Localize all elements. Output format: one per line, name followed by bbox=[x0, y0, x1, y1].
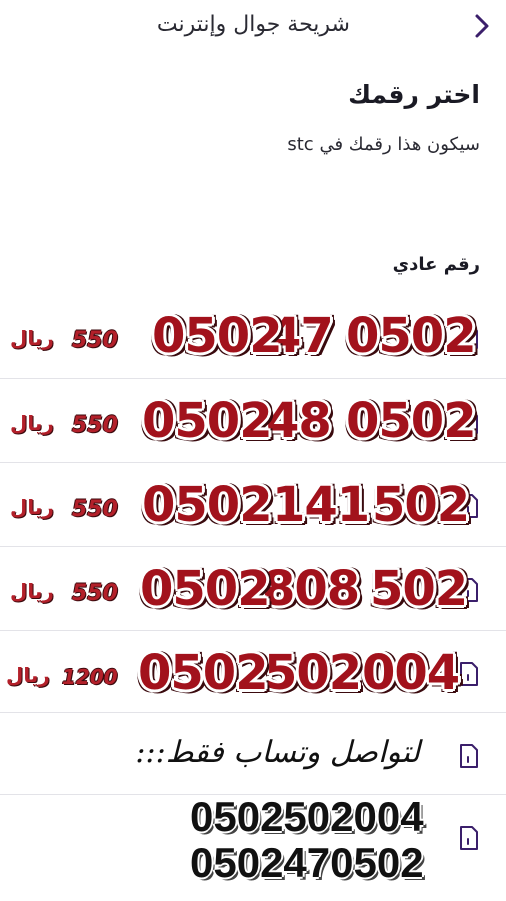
number-part-2: 808 bbox=[262, 561, 360, 617]
number-part-3: 0502 bbox=[140, 561, 271, 617]
contact-note-row: لتواصل وتساب فقط::: bbox=[0, 712, 506, 795]
contact-phones-row: 0502502004 0502470502 bbox=[0, 793, 506, 901]
contact-phone-2: 0502470502 bbox=[190, 839, 424, 886]
number-part-2: 141 bbox=[272, 477, 370, 533]
price-currency: ريال bbox=[10, 579, 54, 603]
number-part-1: 502 bbox=[372, 477, 470, 533]
number-part-1: 004 bbox=[362, 645, 460, 701]
whatsapp-contact-note: لتواصل وتساب فقط::: bbox=[135, 735, 420, 770]
sim-card-icon bbox=[460, 662, 478, 686]
number-part-3: 0502 bbox=[138, 645, 269, 701]
page-title: شريحة جوال وإنترنت bbox=[156, 12, 350, 37]
number-option-row[interactable]: 0502 47 0502 550 ريال bbox=[0, 294, 506, 378]
number-part-1: 0502 bbox=[142, 393, 273, 449]
number-part-2: 48 bbox=[266, 393, 332, 449]
price-value: 550 bbox=[72, 413, 118, 438]
price-currency: ريال bbox=[10, 326, 54, 350]
choose-number-subtitle: سيكون هذا رقمك في stc bbox=[287, 134, 480, 155]
choose-number-heading: اختر رقمك bbox=[348, 80, 480, 109]
sim-card-icon bbox=[460, 744, 478, 768]
number-part-1: 0502 bbox=[152, 308, 283, 364]
number-option-row[interactable]: 502 141 0502 550 ريال bbox=[0, 462, 506, 547]
number-option-row[interactable]: 004 502 0502 1200 ريال bbox=[0, 630, 506, 715]
number-part-1: 502 bbox=[370, 561, 468, 617]
number-option-row[interactable]: 0502 48 0502 550 ريال bbox=[0, 378, 506, 463]
price-currency: ريال bbox=[10, 411, 54, 435]
back-chevron-icon[interactable] bbox=[470, 12, 494, 40]
number-option-row[interactable]: 502 808 0502 550 ريال bbox=[0, 546, 506, 631]
number-part-2: 502 bbox=[264, 645, 362, 701]
number-part-3: 0502 bbox=[142, 477, 273, 533]
price-value: 550 bbox=[72, 328, 118, 353]
price-currency: ريال bbox=[6, 663, 50, 687]
number-part-3: 0502 bbox=[346, 308, 477, 364]
price-value: 550 bbox=[72, 581, 118, 606]
price-value: 1200 bbox=[62, 665, 118, 689]
price-value: 550 bbox=[72, 497, 118, 522]
price-currency: ريال bbox=[10, 495, 54, 519]
number-part-3: 0502 bbox=[346, 393, 477, 449]
contact-phone-1: 0502502004 bbox=[190, 793, 424, 840]
top-bar: شريحة جوال وإنترنت bbox=[0, 0, 506, 52]
section-label-regular-number: رقم عادي bbox=[392, 254, 480, 275]
sim-card-icon bbox=[460, 826, 478, 850]
